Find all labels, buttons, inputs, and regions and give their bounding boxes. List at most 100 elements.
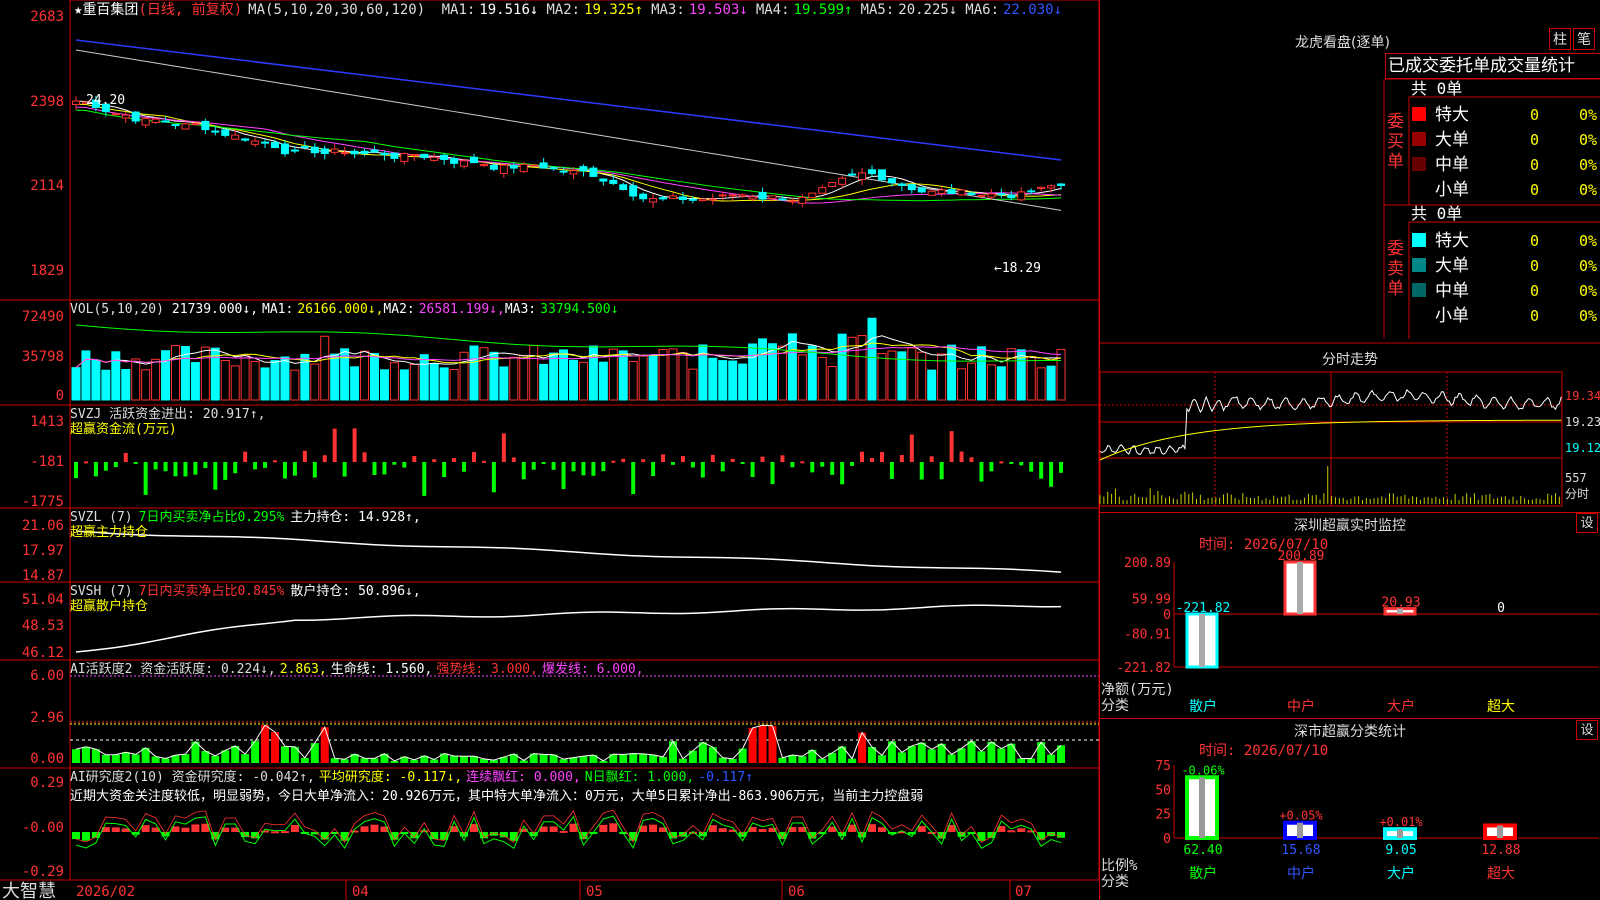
candle-body	[619, 184, 628, 191]
flow-bar	[213, 462, 218, 490]
candle-body	[748, 196, 757, 200]
ma-label: MA3:	[651, 2, 685, 18]
activity-bar	[300, 757, 309, 763]
candle-body	[181, 123, 190, 130]
sell-rows: 特大 0 0% 大单 0 0% 中单 0 0% 小单 0 0%	[1412, 231, 1597, 326]
category-label: 大户	[1387, 698, 1415, 714]
flow-bar	[919, 462, 924, 480]
candle-body	[659, 197, 668, 200]
volume-bar	[748, 343, 758, 401]
candlestick-chart[interactable]	[72, 39, 1066, 211]
classify-chart[interactable]: 时间: 2026/07/10 75 50 25 0 -0.06% 62.40 散户 +0.05…	[1099, 740, 1600, 900]
volume-chart[interactable]	[71, 317, 1066, 401]
volume-bar	[628, 360, 638, 401]
candle-body	[131, 111, 140, 122]
activity-bar	[698, 742, 707, 763]
flow-bar	[770, 462, 775, 485]
main-holding-line	[75, 530, 1062, 573]
volume-bar	[529, 345, 539, 401]
row-count: 0	[1530, 232, 1539, 250]
research-bar	[1057, 832, 1066, 838]
activity-bar	[629, 753, 638, 763]
flow-bar	[959, 451, 964, 462]
activity-bar	[907, 746, 916, 763]
svzl-chart[interactable]	[75, 530, 1062, 573]
activity-bar	[280, 746, 289, 763]
svsh-chart[interactable]	[75, 604, 1062, 653]
flow-bar	[432, 459, 437, 462]
research-bar	[420, 830, 429, 833]
ai-active-chart[interactable]	[70, 675, 1099, 763]
volume-bar	[907, 347, 917, 401]
flow-bar	[1009, 462, 1014, 464]
volume-bar	[270, 360, 280, 401]
candle-body	[470, 156, 478, 164]
row-label: 中单	[1435, 155, 1469, 175]
change-label: +0.05%	[1279, 809, 1323, 823]
svsh-subtitle: 超赢散户持仓	[70, 598, 148, 614]
bar-mode-button[interactable]: 柱	[1549, 28, 1571, 50]
category-label: 中户	[1287, 698, 1315, 714]
flow-bar	[74, 462, 78, 479]
ai-research-chart[interactable]	[72, 809, 1066, 850]
activity-bar	[768, 725, 777, 763]
activity-bar	[917, 742, 926, 763]
bar-value-label: 200.89	[1278, 549, 1325, 564]
research-bar	[917, 826, 926, 832]
volume-y-axis: 72490 35798 0	[22, 309, 64, 404]
buy-side-label: 委买单	[1387, 112, 1404, 172]
activity-bar	[649, 754, 658, 763]
flow-bar	[551, 462, 556, 470]
volume-header: VOL(5,10,20) 21739.000↓, MA1: 26166.000↓,MA…	[70, 302, 618, 317]
bar-value-label: -221.82	[1176, 601, 1231, 616]
volume-bar	[280, 356, 290, 401]
category-label: 散户	[1189, 698, 1217, 714]
candle-body	[410, 153, 419, 156]
ma-value: 19.516↓	[479, 2, 538, 18]
row-count: 0	[1530, 181, 1539, 199]
row-label: 小单	[1435, 306, 1469, 326]
volume-bar	[300, 353, 310, 401]
research-bar	[141, 825, 150, 832]
ma-value: 22.030↓	[1003, 2, 1062, 18]
monitor-title: 深圳超赢实时监控	[1294, 518, 1406, 534]
volume-bar	[1006, 348, 1016, 401]
legend-swatch	[1412, 132, 1426, 146]
intraday-title: 分时走势	[1322, 352, 1378, 368]
volume-bar	[768, 343, 777, 401]
y-tick: 2683	[30, 9, 64, 25]
activity-bar	[838, 746, 847, 763]
monitor-settings-button[interactable]: 设	[1576, 513, 1598, 533]
legend-swatch	[1412, 157, 1426, 171]
intraday-chart[interactable]: 19.34 19.23 19.12 557 分时	[1099, 370, 1600, 510]
vertical-char: 单	[1387, 152, 1404, 172]
candle-body	[370, 149, 379, 153]
volume-bar	[618, 350, 628, 401]
classify-settings-button[interactable]: 设	[1576, 720, 1598, 740]
y-tick: -221.82	[1116, 661, 1171, 676]
dragon-tabs[interactable]: 已成交委托单成交量统计	[1385, 53, 1600, 79]
flow-bar	[372, 462, 377, 475]
monitor-chart[interactable]: 时间: 2026/07/10 200.8959.990-80.91-221.82…	[1099, 534, 1600, 714]
buy-total: 共 0单	[1411, 79, 1462, 98]
candle-body	[877, 169, 886, 181]
activity-bar	[897, 752, 906, 763]
candle-body	[808, 192, 817, 199]
main-chart-area[interactable]: 2683 2398 2114 1829 72490 35798 0 1413 -…	[0, 0, 1100, 900]
candle-body	[559, 170, 568, 173]
flow-bar	[690, 462, 695, 468]
ratio-bar-shade	[1297, 822, 1303, 838]
ratio-bar-shade	[1397, 829, 1403, 838]
volume-bar	[957, 368, 967, 401]
candle-body	[629, 185, 638, 197]
activity-bar	[460, 756, 469, 763]
tick-mode-button[interactable]: 笔	[1573, 28, 1595, 50]
volume-bar	[807, 345, 817, 401]
candle-body	[450, 158, 459, 164]
candle-body	[231, 134, 240, 140]
volume-bar	[638, 355, 648, 401]
candle-body	[72, 100, 80, 105]
candle-body	[897, 183, 906, 186]
legend-swatch	[1412, 233, 1426, 247]
svzj-chart[interactable]	[74, 428, 1064, 496]
